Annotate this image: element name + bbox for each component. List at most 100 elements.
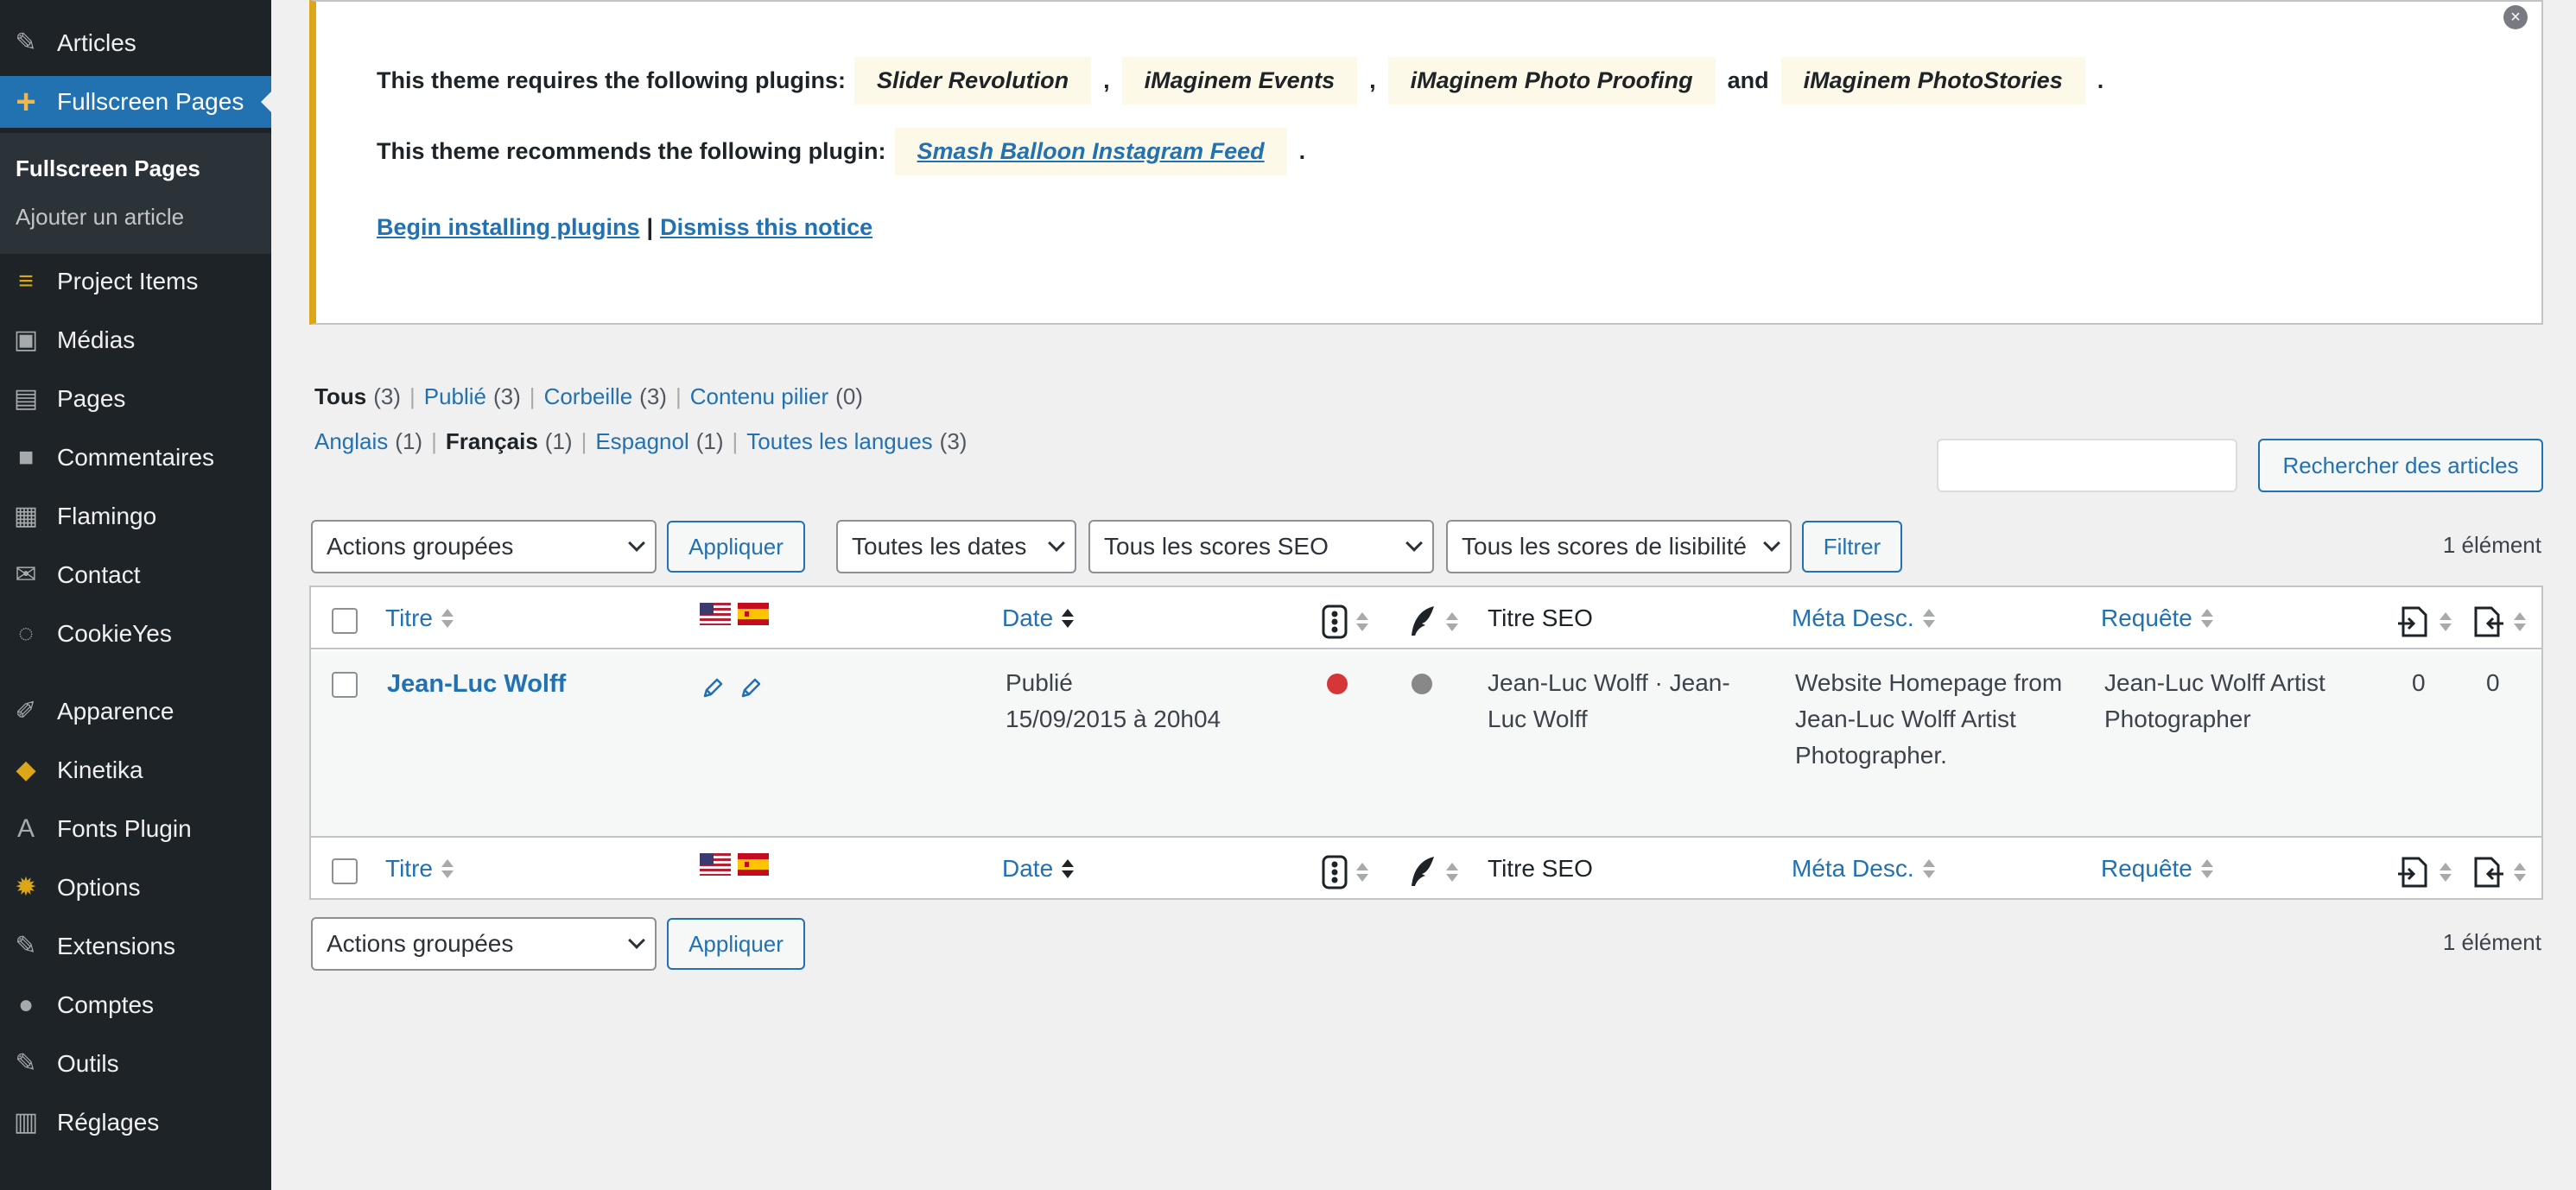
column-outgoing-links-footer[interactable] (2396, 855, 2452, 889)
dismiss-notice-link[interactable]: Dismiss this notice (660, 214, 872, 241)
begin-installing-link[interactable]: Begin installing plugins (377, 214, 640, 241)
submenu-item-add-article[interactable]: Ajouter un article (16, 204, 184, 231)
cube-icon: ◆ (16, 756, 36, 784)
sidebar-item-project-items[interactable]: ≡ Project Items (0, 256, 271, 307)
bulk-actions-select-top[interactable]: Actions groupées (311, 520, 657, 573)
sidebar-item-fullscreen-pages[interactable]: + Fullscreen Pages (0, 76, 271, 128)
column-date[interactable]: Date (1002, 604, 1075, 632)
dates-filter-select[interactable]: Toutes les dates (836, 520, 1076, 573)
sidebar-item-flamingo[interactable]: ▦ Flamingo (0, 491, 271, 542)
close-icon[interactable]: × (2503, 5, 2528, 29)
column-readability[interactable] (1408, 604, 1458, 639)
row-meta-desc: Website Homepage from Jean-Luc Wolff Art… (1795, 669, 2063, 769)
sidebar-item-kinetika[interactable]: ◆ Kinetika (0, 744, 271, 796)
column-incoming-links-footer[interactable] (2471, 855, 2526, 889)
sidebar-item-r-glages[interactable]: ▥ Réglages (0, 1097, 271, 1149)
sidebar-item-apparence[interactable]: ✐ Apparence (0, 686, 271, 737)
column-outgoing-links[interactable] (2396, 604, 2452, 639)
column-meta-desc[interactable]: Méta Desc. (1792, 604, 1935, 632)
sidebar-item-contact[interactable]: ✉ Contact (0, 549, 271, 601)
sidebar-item-commentaires[interactable]: ■ Commentaires (0, 432, 271, 484)
filter-link-tous[interactable]: Tous (314, 383, 366, 409)
sort-icon (2200, 609, 2213, 628)
sidebar-item-cookieyes[interactable]: ◌ CookieYes (0, 608, 271, 660)
filter-link-toutes-les-langues[interactable]: Toutes les langues (746, 428, 932, 454)
apply-button-bottom[interactable]: Appliquer (667, 918, 805, 970)
table-header: Titre Date Titre SEO Méta Desc. Requête (311, 587, 2541, 649)
sidebar-item-articles[interactable]: ✎ Articles (0, 17, 271, 69)
sidebar-item-comptes[interactable]: ● Comptes (0, 979, 271, 1031)
column-meta-desc-footer[interactable]: Méta Desc. (1792, 855, 1935, 883)
filter-link-anglais[interactable]: Anglais (314, 428, 388, 454)
submenu-item-fullscreen-pages[interactable]: Fullscreen Pages (16, 155, 200, 182)
column-query[interactable]: Requête (2101, 604, 2213, 632)
es-flag-icon (738, 603, 769, 625)
column-date-footer[interactable]: Date (1002, 855, 1075, 883)
item-count-top: 1 élément (2442, 532, 2541, 558)
required-prefix: This theme requires the following plugin… (377, 67, 847, 93)
filter-count: (0) (835, 383, 863, 409)
filter-link-publi-[interactable]: Publié (424, 383, 486, 409)
plugin-notice: This theme requires the following plugin… (309, 0, 2543, 325)
filter-button[interactable]: Filtrer (1802, 521, 1902, 573)
edit-translation-en-icon[interactable] (700, 675, 726, 701)
sort-icon (441, 609, 454, 628)
sep: , (1103, 67, 1110, 93)
filter-link-contenu-pilier[interactable]: Contenu pilier (690, 383, 828, 409)
row-title-link[interactable]: Jean-Luc Wolff (387, 670, 566, 699)
table-footer: Titre Date Titre SEO Méta Desc. Requête (311, 836, 2541, 898)
feather-icon (1412, 857, 1434, 886)
sort-icon (2514, 863, 2526, 882)
sidebar-item-outils[interactable]: ✎ Outils (0, 1038, 271, 1090)
filter-count: (3) (639, 383, 667, 409)
search-articles-button[interactable]: Rechercher des articles (2258, 439, 2543, 492)
bulk-actions-select-bottom[interactable]: Actions groupées (311, 917, 657, 971)
sort-icon (1062, 859, 1075, 878)
us-flag-icon (700, 603, 731, 625)
column-seo-score[interactable] (1322, 604, 1368, 639)
column-title[interactable]: Titre (385, 604, 454, 632)
sidebar-item-label: Kinetika (57, 756, 143, 783)
select-all-checkbox-bottom[interactable] (332, 858, 358, 884)
sort-icon (441, 859, 454, 878)
filter-link-corbeille[interactable]: Corbeille (544, 383, 633, 409)
sidebar-item-fonts-plugin[interactable]: A Fonts Plugin (0, 803, 271, 855)
row-outgoing-links: 0 (2412, 669, 2426, 696)
column-title-footer[interactable]: Titre (385, 855, 454, 883)
search-input[interactable] (1937, 439, 2237, 492)
mail-icon: ✉ (15, 560, 37, 589)
edit-translation-es-icon[interactable] (738, 675, 764, 701)
column-seo-score-footer[interactable] (1322, 855, 1368, 889)
chevron-down-icon (628, 535, 645, 552)
seo-score-filter-select[interactable]: Tous les scores SEO (1088, 520, 1434, 573)
select-all-checkbox[interactable] (332, 608, 358, 634)
sort-icon (1446, 863, 1458, 882)
sidebar-item-options[interactable]: ✹ Options (0, 862, 271, 914)
sidebar-item-label: Outils (57, 1050, 119, 1077)
sidebar-item-extensions[interactable]: ✎ Extensions (0, 921, 271, 972)
sep: . (2097, 67, 2104, 93)
apply-button-top[interactable]: Appliquer (667, 521, 805, 573)
outgoing-links-icon (2398, 857, 2427, 888)
filter-link-fran-ais[interactable]: Français (446, 428, 538, 454)
row-checkbox[interactable] (332, 672, 358, 698)
sidebar-item-label: Articles (57, 29, 136, 56)
sidebar-item-label: Commentaires (57, 444, 215, 471)
filter-separator: | (431, 428, 437, 454)
filter-link-espagnol[interactable]: Espagnol (595, 428, 688, 454)
column-readability-footer[interactable] (1408, 855, 1458, 889)
readability-filter-select[interactable]: Tous les scores de lisibilité (1446, 520, 1792, 573)
column-incoming-links[interactable] (2471, 604, 2526, 639)
plugin-link-smash-balloon[interactable]: Smash Balloon Instagram Feed (894, 128, 1287, 175)
filter-count: (3) (939, 428, 968, 454)
filter-separator: | (529, 383, 536, 409)
column-date-label: Date (1002, 604, 1054, 631)
filter-count: (1) (695, 428, 724, 454)
sep: , (1369, 67, 1376, 93)
sidebar-item-pages[interactable]: ▤ Pages (0, 373, 271, 425)
column-query-footer[interactable]: Requête (2101, 855, 2213, 883)
filter-count: (1) (544, 428, 573, 454)
sort-icon (1446, 612, 1458, 631)
sidebar-item-m-dias[interactable]: ▣ Médias (0, 314, 271, 366)
incoming-links-icon (2474, 606, 2503, 637)
